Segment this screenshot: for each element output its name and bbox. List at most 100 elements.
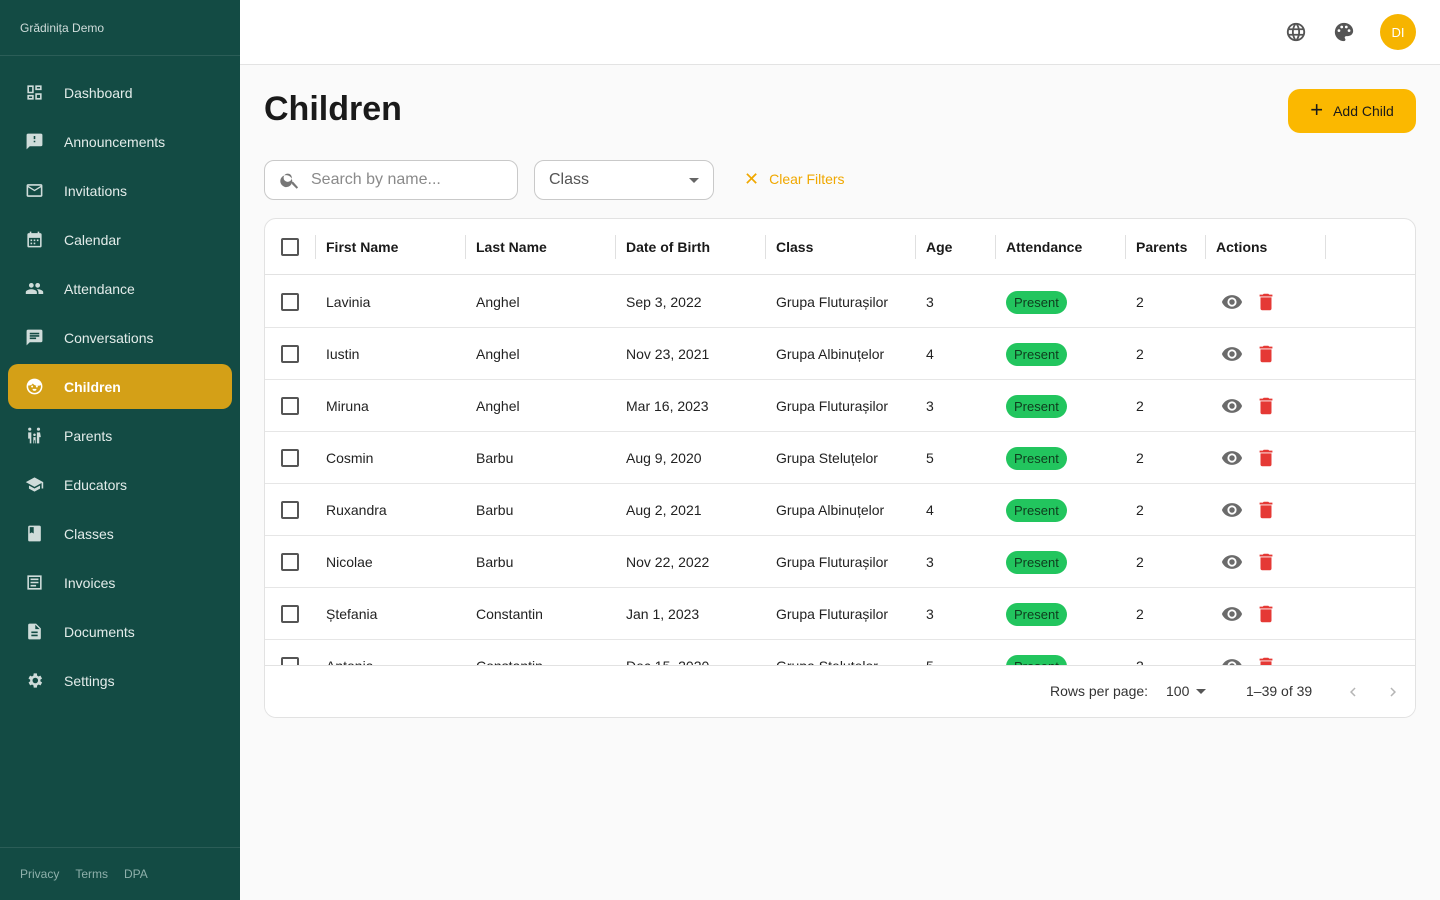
delete-icon[interactable] [1255, 603, 1277, 625]
table-row[interactable]: Ruxandra Barbu Aug 2, 2021 Grupa Albinuțelo… [265, 484, 1415, 536]
last-name-cell: Barbu [476, 450, 514, 466]
sidebar-item-calendar[interactable]: Calendar [8, 217, 232, 262]
view-icon[interactable] [1221, 499, 1243, 521]
sidebar-item-label: Dashboard [64, 84, 133, 101]
sidebar-item-documents[interactable]: Documents [8, 609, 232, 654]
sidebar-item-label: Conversations [64, 329, 154, 346]
delete-icon[interactable] [1255, 343, 1277, 365]
sidebar-item-dashboard[interactable]: Dashboard [8, 70, 232, 115]
sidebar-item-label: Invitations [64, 182, 128, 199]
search-field[interactable] [264, 160, 518, 200]
clear-filters-button[interactable]: ✕ Clear Filters [744, 170, 845, 188]
delete-icon[interactable] [1255, 499, 1277, 521]
gear-icon [24, 671, 44, 691]
delete-icon[interactable] [1255, 551, 1277, 573]
sidebar-item-attendance[interactable]: Attendance [8, 266, 232, 311]
dob-cell: Mar 16, 2023 [626, 398, 709, 414]
sidebar-item-parents[interactable]: Parents [8, 413, 232, 458]
age-cell: 5 [926, 450, 934, 466]
view-icon[interactable] [1221, 551, 1243, 573]
sidebar-item-label: Classes [64, 525, 114, 542]
announcement-icon [24, 132, 44, 152]
children-table: First Name Last Name Date of Birth Class… [264, 218, 1416, 718]
class-cell: Grupa Fluturașilor [776, 606, 889, 622]
rows-per-page-select[interactable]: 100 [1166, 683, 1189, 699]
dashboard-icon [24, 83, 44, 103]
next-page-button[interactable] [1381, 680, 1405, 704]
class-cell: Grupa Steluțelor [776, 450, 878, 466]
first-name-cell: Ștefania [326, 606, 378, 622]
row-checkbox[interactable] [281, 293, 299, 311]
sidebar-item-settings[interactable]: Settings [8, 658, 232, 703]
user-avatar[interactable]: DI [1380, 14, 1416, 50]
table-row[interactable]: Miruna Anghel Mar 16, 2023 Grupa Fluturașil… [265, 380, 1415, 432]
last-name-cell: Barbu [476, 502, 514, 518]
dpa-link[interactable]: DPA [124, 867, 148, 881]
table-row[interactable]: Ștefania Constantin Jan 1, 2023 Grupa Flutu… [265, 588, 1415, 640]
column-attendance[interactable]: Attendance [1006, 219, 1082, 275]
sidebar-item-conversations[interactable]: Conversations [8, 315, 232, 360]
attendance-badge: Present [1006, 342, 1067, 366]
terms-link[interactable]: Terms [75, 867, 108, 881]
column-last-name[interactable]: Last Name [476, 219, 547, 275]
table-row[interactable]: Nicolae Barbu Nov 22, 2022 Grupa Fluturașil… [265, 536, 1415, 588]
first-name-cell: Antonia [326, 658, 374, 666]
column-class[interactable]: Class [776, 219, 813, 275]
delete-icon[interactable] [1255, 395, 1277, 417]
row-checkbox[interactable] [281, 605, 299, 623]
sidebar-item-educators[interactable]: Educators [8, 462, 232, 507]
sidebar-item-invoices[interactable]: Invoices [8, 560, 232, 605]
view-icon[interactable] [1221, 395, 1243, 417]
row-checkbox[interactable] [281, 345, 299, 363]
privacy-link[interactable]: Privacy [20, 867, 59, 881]
sidebar-item-children[interactable]: Children [8, 364, 232, 409]
brand-name: Grădinița Demo [0, 0, 240, 56]
sidebar-item-announcements[interactable]: Announcements [8, 119, 232, 164]
sidebar-item-label: Invoices [64, 574, 116, 591]
column-first-name[interactable]: First Name [326, 219, 398, 275]
view-icon[interactable] [1221, 603, 1243, 625]
view-icon[interactable] [1221, 447, 1243, 469]
row-checkbox[interactable] [281, 397, 299, 415]
globe-icon[interactable] [1284, 20, 1308, 44]
table-row[interactable]: Lavinia Anghel Sep 3, 2022 Grupa Fluturașil… [265, 276, 1415, 328]
sidebar-item-label: Attendance [64, 280, 135, 297]
class-cell: Grupa Fluturașilor [776, 398, 889, 414]
table-row[interactable]: Antonia Constantin Dec 15, 2020 Grupa Stelu… [265, 640, 1415, 666]
column-parents[interactable]: Parents [1136, 219, 1187, 275]
table-row[interactable]: Iustin Anghel Nov 23, 2021 Grupa Albinuțelo… [265, 328, 1415, 380]
close-icon: ✕ [744, 169, 760, 189]
view-icon[interactable] [1221, 291, 1243, 313]
first-name-cell: Miruna [326, 398, 369, 414]
age-cell: 5 [926, 658, 934, 666]
page-title: Children [264, 90, 402, 128]
attendance-badge: Present [1006, 602, 1067, 626]
table-row[interactable]: Cosmin Barbu Aug 9, 2020 Grupa Steluțelor 5 P… [265, 432, 1415, 484]
first-name-cell: Cosmin [326, 450, 374, 466]
row-checkbox[interactable] [281, 449, 299, 467]
column-age[interactable]: Age [926, 219, 952, 275]
first-name-cell: Lavinia [326, 294, 371, 310]
last-name-cell: Constantin [476, 606, 543, 622]
dob-cell: Nov 23, 2021 [626, 346, 710, 362]
last-name-cell: Constantin [476, 658, 543, 666]
plus-icon: + [1310, 97, 1324, 122]
delete-icon[interactable] [1255, 447, 1277, 469]
sidebar-item-classes[interactable]: Classes [8, 511, 232, 556]
row-checkbox[interactable] [281, 501, 299, 519]
first-name-cell: Nicolae [326, 554, 373, 570]
palette-icon[interactable] [1332, 20, 1356, 44]
add-child-button[interactable]: + Add Child [1288, 89, 1416, 133]
attendance-badge: Present [1006, 446, 1067, 470]
row-checkbox[interactable] [281, 553, 299, 571]
first-name-cell: Iustin [326, 346, 360, 362]
select-all-checkbox[interactable] [281, 238, 299, 256]
sidebar-item-invitations[interactable]: Invitations [8, 168, 232, 213]
column-date-of-birth[interactable]: Date of Birth [626, 219, 710, 275]
view-icon[interactable] [1221, 343, 1243, 365]
school-icon [24, 475, 44, 495]
search-input[interactable] [311, 171, 501, 189]
delete-icon[interactable] [1255, 291, 1277, 313]
previous-page-button[interactable] [1341, 680, 1365, 704]
class-select[interactable]: Class [534, 160, 714, 200]
